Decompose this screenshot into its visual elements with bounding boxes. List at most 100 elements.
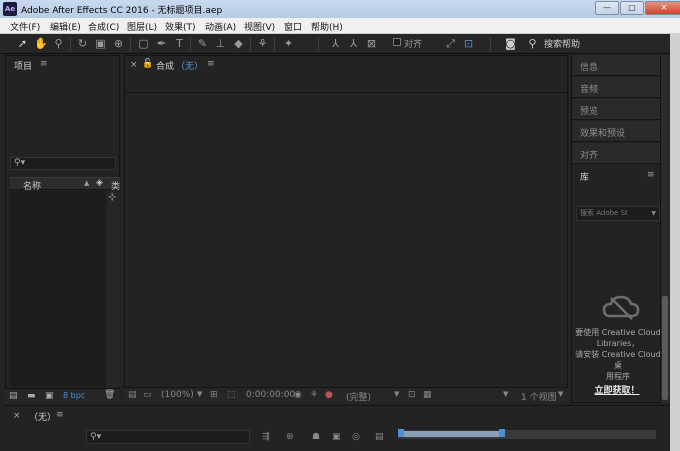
project-search-input[interactable]: ⚲▾ bbox=[10, 157, 116, 170]
menu-help[interactable]: 帮助(H) bbox=[311, 20, 343, 33]
time-navigator-end-handle[interactable] bbox=[499, 429, 505, 437]
selection-tool-icon[interactable]: ➚ bbox=[16, 37, 29, 50]
composition-name[interactable]: （无） bbox=[176, 59, 203, 72]
panel-align[interactable]: 对齐 bbox=[572, 143, 660, 164]
color-channels-icon[interactable]: ● bbox=[325, 390, 333, 400]
sort-up-icon[interactable]: ▲ bbox=[84, 179, 89, 187]
rotate-tool-icon[interactable]: ↻ bbox=[76, 37, 89, 50]
bpc-label[interactable]: 8 bpc bbox=[63, 391, 85, 400]
label-tag-icon[interactable]: ◈ bbox=[96, 178, 103, 188]
comp-mini-flowchart-icon[interactable]: ⇶ bbox=[262, 432, 270, 442]
library-search-select[interactable]: 搜索 Adobe St ▼ bbox=[576, 206, 660, 221]
camera-tool-icon[interactable]: ▣ bbox=[94, 37, 107, 50]
pan-behind-tool-icon[interactable]: ⊕ bbox=[112, 37, 125, 50]
puppet-pin-tool-icon[interactable]: ✦ bbox=[282, 37, 295, 50]
camera-snapshot-icon[interactable]: ◉ bbox=[294, 390, 302, 400]
tab-composition[interactable]: 合成 bbox=[156, 59, 174, 72]
grid-icon[interactable]: ⊞ bbox=[210, 390, 218, 400]
minimize-button[interactable]: — bbox=[595, 1, 619, 15]
panel-preview[interactable]: 预览 bbox=[572, 99, 660, 120]
project-list[interactable] bbox=[10, 191, 106, 387]
snap-label: 对齐 bbox=[404, 40, 423, 50]
monitor-icon[interactable]: ▭ bbox=[143, 390, 152, 400]
graph-editor-icon[interactable]: ▤ bbox=[375, 432, 384, 442]
lock-icon[interactable]: 🔓 bbox=[142, 59, 153, 69]
panel-effects-presets[interactable]: 效果和预设 bbox=[572, 121, 660, 142]
search-icon: ⚲▾ bbox=[90, 432, 102, 442]
comp-menu-icon[interactable]: ≡ bbox=[207, 59, 215, 69]
shy-icon[interactable]: ☗ bbox=[312, 432, 320, 442]
close-tab-icon[interactable]: × bbox=[130, 60, 138, 70]
view-layout-select[interactable]: 1 个视图 bbox=[521, 390, 557, 403]
menu-view[interactable]: 视图(V) bbox=[244, 20, 275, 33]
maximize-button[interactable]: □ bbox=[620, 1, 644, 15]
resolution-select[interactable]: (完整) bbox=[346, 390, 371, 403]
new-composition-icon[interactable]: ▣ bbox=[45, 391, 54, 401]
vr-icon[interactable]: ◙ bbox=[504, 37, 517, 50]
new-folder-icon[interactable]: ▬ bbox=[27, 391, 36, 401]
magnification-select[interactable]: (100%) bbox=[161, 390, 194, 400]
snap-checkbox[interactable] bbox=[393, 38, 401, 46]
tab-project[interactable]: 项目 bbox=[14, 59, 32, 72]
rectangle-tool-icon[interactable]: ▢ bbox=[137, 37, 150, 50]
panel-audio[interactable]: 音频 bbox=[572, 77, 660, 98]
trash-icon[interactable]: 🗑 bbox=[104, 390, 115, 400]
draft-3d-icon[interactable]: ⊛ bbox=[286, 432, 294, 442]
tab-timeline[interactable]: （无） bbox=[29, 410, 56, 423]
menu-layer[interactable]: 图层(L) bbox=[127, 20, 157, 33]
menu-edit[interactable]: 编辑(E) bbox=[50, 20, 81, 33]
library-menu-icon[interactable]: ≡ bbox=[647, 170, 655, 180]
world-axis-icon[interactable]: ⅄ bbox=[347, 37, 360, 50]
project-menu-icon[interactable]: ≡ bbox=[40, 59, 48, 69]
right-scroll-thumb[interactable] bbox=[662, 296, 668, 400]
timecode[interactable]: 0:00:00:00 bbox=[246, 390, 295, 400]
chevron-down-icon: ▼ bbox=[503, 390, 509, 398]
composition-panel bbox=[124, 55, 568, 403]
transparency-grid-icon[interactable]: ▦ bbox=[423, 390, 432, 400]
project-scrollbar[interactable]: ⊹ bbox=[107, 191, 120, 387]
roto-brush-tool-icon[interactable]: ⚘ bbox=[256, 37, 269, 50]
menu-file[interactable]: 文件(F) bbox=[10, 20, 40, 33]
tools-bar: ➚ ✋ ⚲ ↻ ▣ ⊕ ▢ ✒ T ✎ ⊥ ◆ ⚘ ✦ ⅄ ⅄ ⊠ 对齐 ⤢ ⊡… bbox=[0, 34, 680, 54]
eraser-tool-icon[interactable]: ◆ bbox=[232, 37, 245, 50]
region-icon[interactable]: ⬚ bbox=[227, 390, 236, 400]
local-axis-icon[interactable]: ⅄ bbox=[329, 37, 342, 50]
pen-tool-icon[interactable]: ✒ bbox=[155, 37, 168, 50]
menu-window[interactable]: 窗口 bbox=[284, 20, 302, 33]
timeline-search-input[interactable]: ⚲▾ bbox=[86, 430, 250, 444]
always-preview-icon[interactable]: ▤ bbox=[128, 390, 137, 400]
get-now-link[interactable]: 立即获取！ bbox=[572, 383, 662, 396]
hand-tool-icon[interactable]: ✋ bbox=[34, 37, 48, 50]
brush-tool-icon[interactable]: ✎ bbox=[196, 37, 209, 50]
interpret-footage-icon[interactable]: ▤ bbox=[9, 391, 18, 401]
flowchart-icon[interactable]: ⊹ bbox=[108, 192, 116, 203]
workspace-icon[interactable]: ⊡ bbox=[462, 37, 475, 50]
close-timeline-icon[interactable]: × bbox=[13, 411, 21, 421]
menu-animation[interactable]: 动画(A) bbox=[205, 20, 236, 33]
zoom-tool-icon[interactable]: ⚲ bbox=[52, 37, 65, 50]
tab-library[interactable]: 库 bbox=[580, 170, 589, 183]
menu-composition[interactable]: 合成(C) bbox=[88, 20, 119, 33]
expand-icon[interactable]: ⤢ bbox=[444, 37, 457, 50]
timeline-menu-icon[interactable]: ≡ bbox=[56, 410, 64, 420]
time-navigator-start-handle[interactable] bbox=[398, 429, 404, 437]
close-button[interactable]: ✕ bbox=[645, 1, 680, 15]
library-header: 库 ≡ bbox=[572, 165, 660, 185]
frame-blending-icon[interactable]: ▣ bbox=[332, 432, 341, 442]
chevron-down-icon: ▼ bbox=[558, 390, 564, 398]
composition-footer: ▤ ▭ (100%) ▼ ⊞ ⬚ 0:00:00:00 ◉ ⚘ ● (完整) ▼… bbox=[124, 387, 568, 403]
menu-effect[interactable]: 效果(T) bbox=[165, 20, 196, 33]
search-icon[interactable]: ⚲ bbox=[526, 37, 539, 50]
view-axis-icon[interactable]: ⊠ bbox=[365, 37, 378, 50]
chevron-down-icon: ▼ bbox=[651, 210, 656, 217]
search-icon: ⚲▾ bbox=[14, 158, 26, 168]
clone-stamp-tool-icon[interactable]: ⊥ bbox=[214, 37, 227, 50]
type-tool-icon[interactable]: T bbox=[173, 37, 186, 50]
panel-info[interactable]: 信息 bbox=[572, 55, 660, 76]
show-snapshot-icon[interactable]: ⚘ bbox=[310, 390, 318, 400]
roi-icon[interactable]: ⊡ bbox=[408, 390, 416, 400]
comp-divider bbox=[124, 92, 568, 93]
time-navigator-range[interactable] bbox=[402, 431, 502, 437]
search-help-input[interactable]: 搜索帮助 bbox=[544, 37, 580, 50]
motion-blur-icon[interactable]: ◎ bbox=[352, 432, 360, 442]
